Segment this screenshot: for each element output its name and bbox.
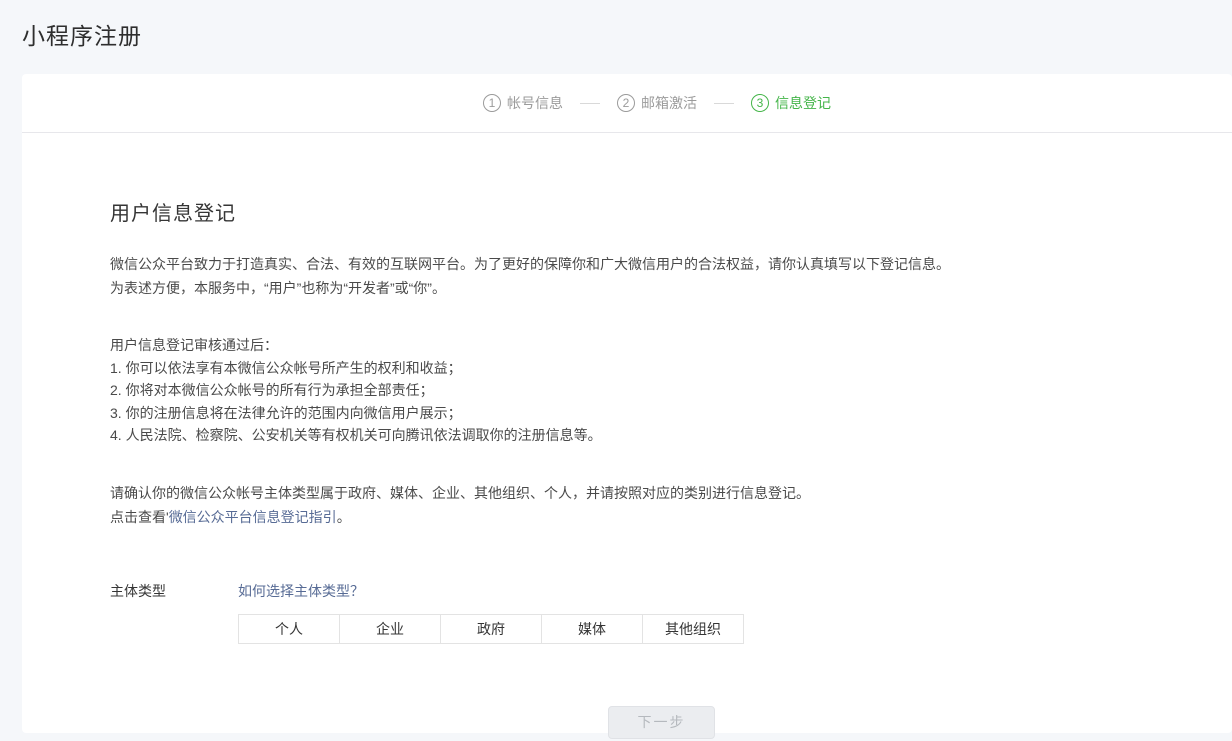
button-row: 下一步 [110,706,1192,739]
tab-personal[interactable]: 个人 [238,614,340,644]
content-area: 用户信息登记 微信公众平台致力于打造真实、合法、有效的互联网平台。为了更好的保障… [22,133,1232,739]
intro-paragraph: 微信公众平台致力于打造真实、合法、有效的互联网平台。为了更好的保障你和广大微信用… [110,252,1192,300]
guide-prefix: 点击查看' [110,509,169,525]
rights-list-item: 1. 你可以依法享有本微信公众帐号所产生的权利和收益； [110,357,1192,380]
tab-media[interactable]: 媒体 [541,614,643,644]
step-2-label: 邮箱激活 [641,93,697,113]
subject-type-tabs: 个人 企业 政府 媒体 其他组织 [238,614,1192,644]
how-to-choose-type-link[interactable]: 如何选择主体类型？ [238,581,364,601]
page-header: 小程序注册 [0,0,1232,74]
rights-list-item: 4. 人民法院、检察院、公安机关等有权机关可向腾讯依法调取你的注册信息等。 [110,424,1192,447]
page-title: 小程序注册 [22,17,1232,51]
step-1-circle-icon: 1 [483,94,501,112]
step-2-circle-icon: 2 [617,94,635,112]
section-heading: 用户信息登记 [110,197,1192,226]
subject-type-label: 主体类型 [110,581,238,601]
step-3-label: 信息登记 [775,93,831,113]
rights-list-item: 3. 你的注册信息将在法律允许的范围内向微信用户展示； [110,402,1192,425]
tab-government[interactable]: 政府 [440,614,542,644]
step-account-info: 1 帐号信息 [483,93,563,113]
subject-type-row: 主体类型 如何选择主体类型？ [110,581,1192,601]
intro-line-1: 微信公众平台致力于打造真实、合法、有效的互联网平台。为了更好的保障你和广大微信用… [110,252,1192,276]
tab-enterprise[interactable]: 企业 [339,614,441,644]
stepper: 1 帐号信息 2 邮箱激活 3 信息登记 [483,93,831,113]
confirm-text: 请确认你的微信公众帐号主体类型属于政府、媒体、企业、其他组织、个人，并请按照对应… [110,481,1192,505]
step-dash-icon [714,103,734,104]
intro-line-2: 为表述方便，本服务中，“用户”也称为“开发者”或“你”。 [110,276,1192,300]
guide-line: 点击查看'微信公众平台信息登记指引。 [110,505,1192,529]
registration-card: 1 帐号信息 2 邮箱激活 3 信息登记 用户信息登记 微信公众平台致力于打造真… [22,74,1232,733]
next-step-button[interactable]: 下一步 [608,706,715,739]
rights-list-title: 用户信息登记审核通过后： [110,334,1192,357]
tab-other-organization[interactable]: 其他组织 [642,614,744,644]
step-3-circle-icon: 3 [751,94,769,112]
rights-list-item: 2. 你将对本微信公众帐号的所有行为承担全部责任； [110,379,1192,402]
step-email-activation: 2 邮箱激活 [617,93,697,113]
stepper-bar: 1 帐号信息 2 邮箱激活 3 信息登记 [22,74,1232,133]
step-dash-icon [580,103,600,104]
registration-guide-link[interactable]: 微信公众平台信息登记指引 [169,509,337,525]
rights-list: 用户信息登记审核通过后： 1. 你可以依法享有本微信公众帐号所产生的权利和收益；… [110,334,1192,447]
step-info-registration-active: 3 信息登记 [751,93,831,113]
step-1-label: 帐号信息 [507,93,563,113]
guide-suffix: 。 [337,509,351,525]
confirm-paragraph: 请确认你的微信公众帐号主体类型属于政府、媒体、企业、其他组织、个人，并请按照对应… [110,481,1192,529]
